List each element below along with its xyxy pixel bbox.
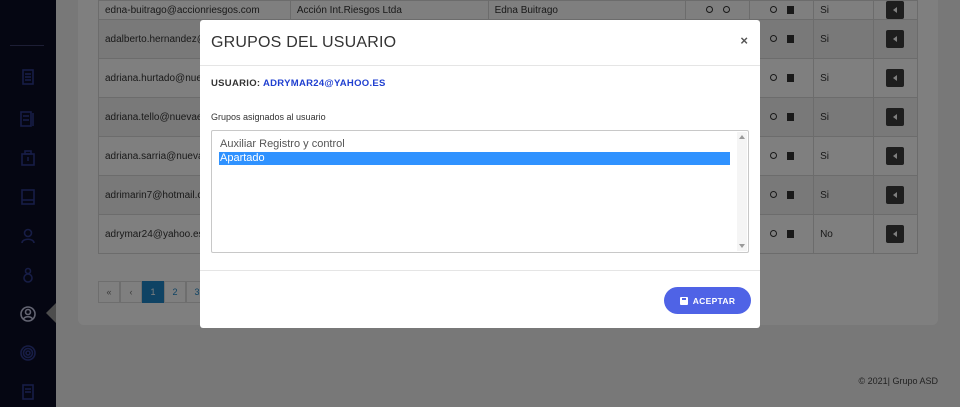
groups-listbox[interactable]: Auxiliar Registro y control Apartado xyxy=(211,130,749,253)
groups-label: Grupos asignados al usuario xyxy=(211,112,326,122)
user-line: USUARIO: ADRYMAR24@YAHOO.ES xyxy=(211,78,386,89)
accept-label: ACEPTAR xyxy=(692,295,736,306)
modal-footer-divider xyxy=(200,270,760,271)
listbox-scrollbar[interactable] xyxy=(737,132,747,251)
user-groups-modal: GRUPOS DEL USUARIO × USUARIO: ADRYMAR24@… xyxy=(200,20,760,328)
scroll-up-icon[interactable] xyxy=(739,135,745,139)
modal-title: GRUPOS DEL USUARIO xyxy=(211,34,397,51)
save-icon xyxy=(679,296,688,305)
close-icon[interactable]: × xyxy=(740,33,748,48)
group-option-0[interactable]: Auxiliar Registro y control xyxy=(219,138,730,151)
group-option-1[interactable]: Apartado xyxy=(219,152,730,165)
modal-header: GRUPOS DEL USUARIO × xyxy=(200,20,760,66)
scroll-down-icon[interactable] xyxy=(739,244,745,248)
accept-button[interactable]: ACEPTAR xyxy=(664,287,751,314)
user-value: ADRYMAR24@YAHOO.ES xyxy=(262,78,386,89)
user-label: USUARIO: xyxy=(211,78,261,89)
